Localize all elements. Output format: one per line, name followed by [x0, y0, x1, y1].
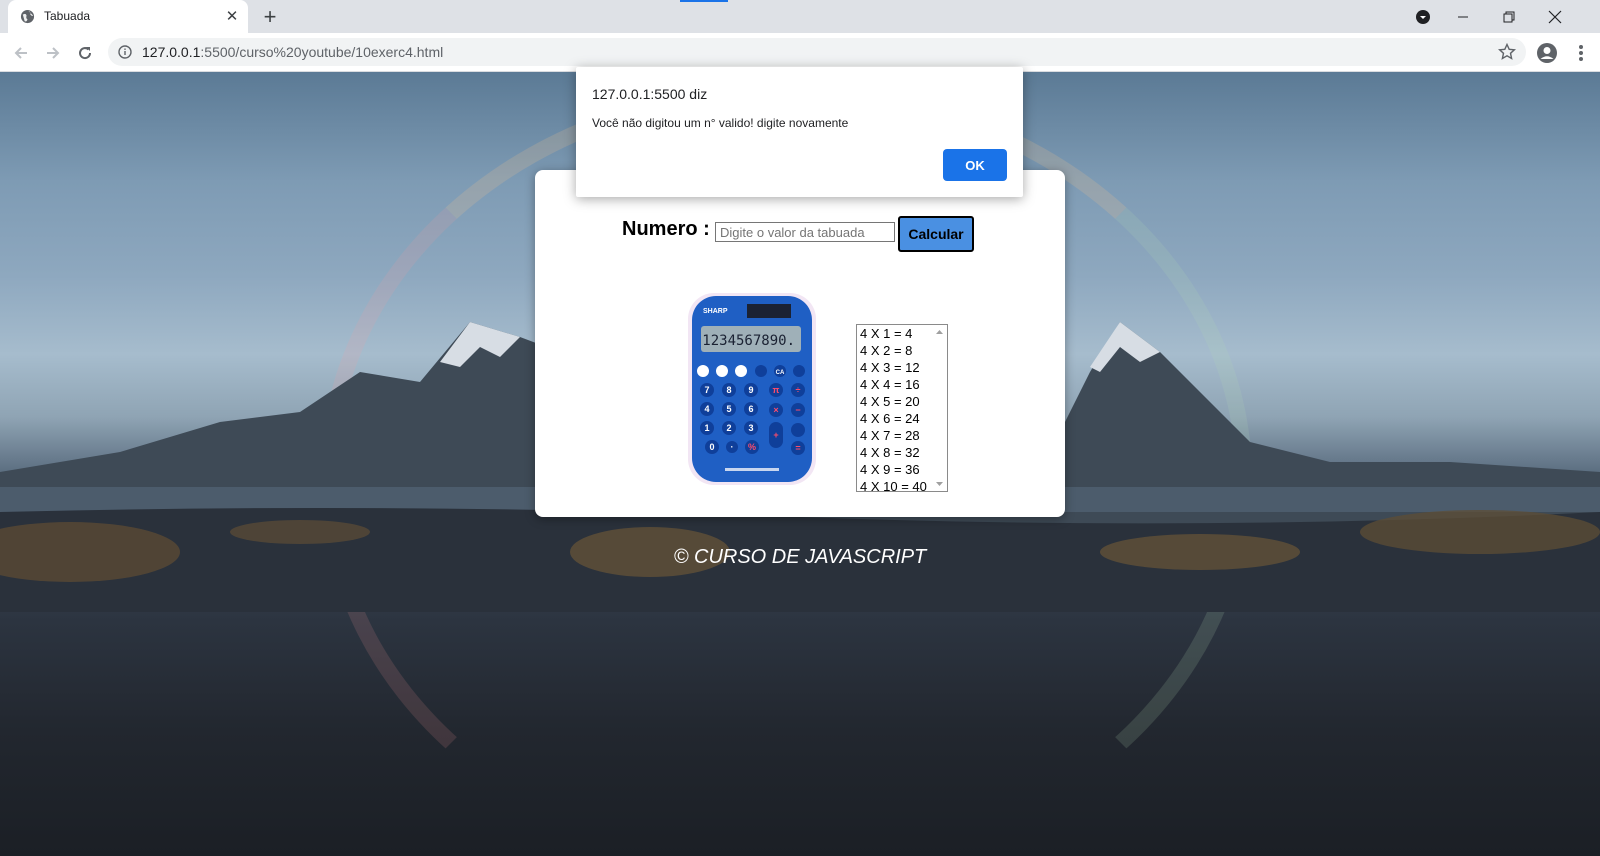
svg-text:%: % — [748, 442, 756, 452]
address-bar[interactable]: 127.0.0.1:5500/curso%20youtube/10exerc4.… — [108, 38, 1526, 66]
tabuada-select-list[interactable]: 4 X 1 = 44 X 2 = 84 X 3 = 12 4 X 4 = 16 4 … — [856, 324, 948, 492]
ok-button[interactable]: OK — [943, 149, 1007, 181]
svg-text:−: − — [795, 405, 800, 415]
globe-icon — [20, 9, 35, 24]
svg-text:7: 7 — [704, 385, 709, 395]
forward-arrow-icon[interactable] — [40, 40, 66, 66]
menu-kebab-icon[interactable] — [1568, 40, 1594, 66]
numero-input[interactable] — [715, 222, 895, 242]
calculator-image: SHARP 1234567890. 7 8 9 4 5 6 1 2 3 0 ·% CA π … — [688, 293, 816, 485]
svg-text:1: 1 — [704, 423, 709, 433]
alert-dialog: 127.0.0.1:5500 diz Você não digitou um n… — [576, 67, 1023, 197]
svg-text:4: 4 — [704, 404, 709, 414]
svg-text:8: 8 — [726, 385, 731, 395]
calculator-display: 1234567890. — [702, 333, 795, 349]
svg-text:÷: ÷ — [796, 385, 801, 395]
calcular-button[interactable]: Calcular — [898, 216, 974, 252]
bookmark-star-icon[interactable] — [1498, 43, 1516, 61]
svg-text:+: + — [773, 430, 778, 440]
scroll-up-icon[interactable] — [932, 325, 947, 340]
list-scrollbar[interactable] — [932, 325, 947, 491]
calculator-brand: SHARP — [703, 308, 728, 315]
svg-text:3: 3 — [748, 423, 753, 433]
close-window-icon[interactable] — [1532, 0, 1578, 33]
restore-icon[interactable] — [1486, 0, 1532, 33]
minimize-icon[interactable] — [1440, 0, 1486, 33]
back-arrow-icon[interactable] — [8, 40, 34, 66]
footer-copyright: © CURSO DE JAVASCRIPT — [673, 546, 927, 568]
scroll-down-icon[interactable] — [932, 476, 947, 491]
info-icon[interactable] — [118, 45, 132, 59]
tabuada-card: Numero : Calcular SHARP 1234567890. — [535, 170, 1065, 517]
profile-avatar-icon[interactable] — [1534, 40, 1560, 66]
new-tab-icon[interactable]: + — [258, 4, 282, 29]
tab-strip: Tabuada ✕ + — [0, 0, 1600, 33]
svg-text:5: 5 — [726, 404, 731, 414]
reload-icon[interactable] — [72, 40, 98, 66]
numero-label: Numero : — [622, 218, 710, 240]
url-text: 127.0.0.1:5500/curso%20youtube/10exerc4.… — [142, 44, 444, 60]
svg-text:π: π — [773, 385, 780, 395]
dialog-message: Você não digitou um n° valido! digite no… — [592, 116, 849, 130]
dialog-title: 127.0.0.1:5500 diz — [592, 86, 708, 102]
svg-text:×: × — [773, 405, 778, 415]
close-tab-icon[interactable]: ✕ — [222, 6, 242, 26]
browser-tab[interactable]: Tabuada ✕ — [8, 0, 248, 33]
tab-indicator — [680, 0, 728, 2]
svg-text:2: 2 — [726, 423, 731, 433]
svg-text:9: 9 — [748, 385, 753, 395]
svg-text:0: 0 — [709, 442, 714, 452]
tab-title: Tabuada — [44, 9, 91, 23]
svg-text:=: = — [795, 443, 800, 453]
svg-text:CA: CA — [776, 370, 785, 376]
svg-text:6: 6 — [748, 404, 753, 414]
svg-text:·: · — [731, 442, 734, 452]
